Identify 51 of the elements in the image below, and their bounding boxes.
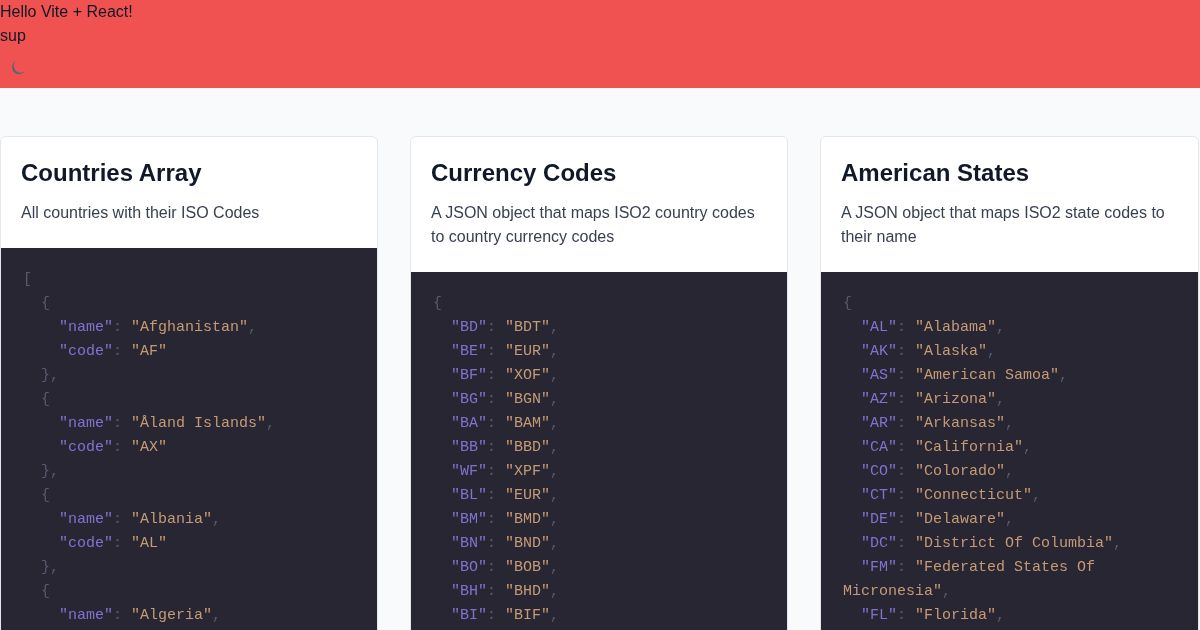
card-title: American States: [841, 158, 1031, 188]
code-line: [: [23, 270, 33, 290]
code-line: "FL": "Florida",: [860, 606, 1007, 626]
code-line: "AK": "Alaska",: [860, 342, 998, 362]
code-line: "BN": "BND",: [450, 534, 561, 554]
card-description: All countries with their ISO Codes: [21, 203, 261, 223]
code-line: "BA": "BAM",: [450, 414, 561, 434]
header-subtitle: sup: [0, 26, 27, 46]
code-line: "name": "Åland Islands",: [58, 414, 277, 434]
code-line: {: [40, 486, 52, 506]
code-line: "BF": "XOF",: [450, 366, 561, 386]
code-line: "WF": "XPF",: [450, 462, 561, 482]
header-title: Hello Vite + React!: [0, 2, 134, 22]
code-line: "FM": "Federated States Of Micronesia",: [843, 558, 1097, 602]
code-line: "BO": "BOB",: [450, 558, 561, 578]
card-title: Currency Codes: [431, 158, 618, 188]
code-line: "BD": "BDT",: [450, 318, 561, 338]
code-line: "BH": "BHD",: [450, 582, 561, 602]
code-line: "BB": "BBD",: [450, 438, 561, 458]
code-line: "BE": "EUR",: [450, 342, 561, 362]
code-line: "BI": "BIF",: [450, 606, 561, 626]
code-line: "CA": "California",: [860, 438, 1034, 458]
code-line: "BL": "EUR",: [450, 486, 561, 506]
code-line: "code": "AF": [58, 342, 169, 362]
moon-icon: [10, 60, 26, 76]
code-line: {: [40, 294, 52, 314]
card-title: Countries Array: [21, 158, 203, 188]
code-line: "AL": "Alabama",: [860, 318, 1007, 338]
code-line: },: [40, 558, 61, 578]
code-line: "code": "AX": [58, 438, 169, 458]
code-line: {: [40, 390, 52, 410]
code-line: "BM": "BMD",: [450, 510, 561, 530]
code-line: "name": "Albania",: [58, 510, 223, 530]
code-line: {: [433, 294, 443, 314]
code-line: "CT": "Connecticut",: [860, 486, 1043, 506]
code-line: "code": "AL": [58, 534, 169, 554]
code-line: "name": "Afghanistan",: [58, 318, 259, 338]
card-description: A JSON object that maps ISO2 state codes to their name: [841, 203, 1166, 247]
code-line: },: [40, 366, 61, 386]
code-line: },: [40, 462, 61, 482]
code-line: {: [843, 294, 853, 314]
code-line: "AZ": "Arizona",: [860, 390, 1007, 410]
code-line: "DE": "Delaware",: [860, 510, 1016, 530]
code-line: "AR": "Arkansas",: [860, 414, 1016, 434]
code-line: "BG": "BGN",: [450, 390, 561, 410]
code-line: "DC": "District Of Columbia",: [860, 534, 1124, 554]
code-line: "name": "Algeria",: [58, 606, 223, 626]
code-line: {: [40, 582, 52, 602]
card-description: A JSON object that maps ISO2 country codes to country currency codes: [431, 203, 756, 247]
code-line: "AS": "American Samoa",: [860, 366, 1070, 386]
code-line: "CO": "Colorado",: [860, 462, 1016, 482]
